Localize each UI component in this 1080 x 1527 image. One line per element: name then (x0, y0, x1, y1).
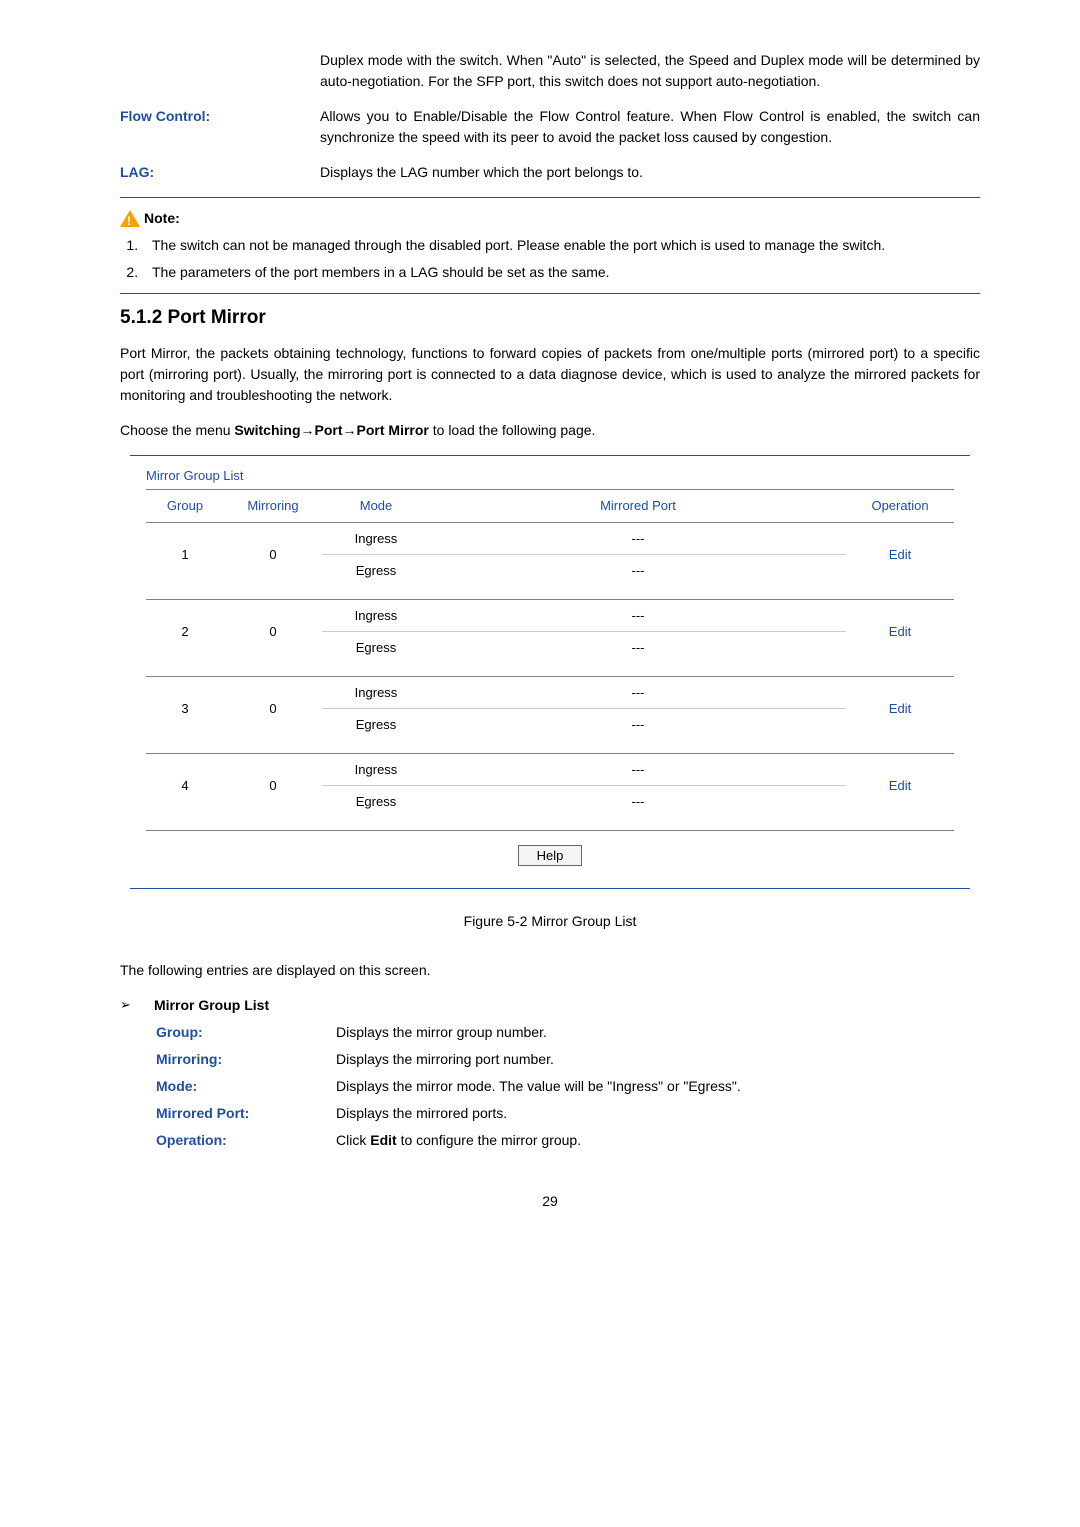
def-text-flow-control: Allows you to Enable/Disable the Flow Co… (320, 106, 980, 148)
edit-link[interactable]: Edit (889, 701, 911, 716)
cell-mirrored-egress: --- (430, 786, 846, 818)
def2-text-mirroring: Displays the mirroring port number. (336, 1049, 554, 1070)
section-paragraph: Port Mirror, the packets obtaining techn… (120, 343, 980, 406)
row-separator (146, 741, 954, 754)
operation-bold: Edit (370, 1132, 396, 1148)
header-mirrored-port: Mirrored Port (430, 490, 846, 523)
cell-mirrored-ingress: --- (430, 599, 846, 632)
def2-row-operation: Operation: Click Edit to configure the m… (156, 1130, 980, 1151)
def2-label-mirrored-port: Mirrored Port: (156, 1103, 336, 1124)
cell-operation: Edit (846, 599, 954, 664)
cell-mode-ingress: Ingress (322, 599, 430, 632)
def2-label-group: Group: (156, 1022, 336, 1043)
def2-row-mode: Mode: Displays the mirror mode. The valu… (156, 1076, 980, 1097)
def2-label-mirroring: Mirroring: (156, 1049, 336, 1070)
menu-suffix: to load the following page. (429, 422, 596, 438)
cell-mirrored-egress: --- (430, 632, 846, 664)
cell-group: 2 (146, 599, 224, 664)
note-item-1: The switch can not be managed through th… (142, 235, 980, 256)
section-heading: 5.1.2 Port Mirror (120, 304, 980, 333)
def2-label-mode: Mode: (156, 1076, 336, 1097)
cell-mirrored-egress: --- (430, 555, 846, 587)
bullet-row: ➢ Mirror Group List (120, 995, 980, 1016)
bullet-marker: ➢ (120, 995, 154, 1016)
entries-sentence: The following entries are displayed on t… (120, 960, 980, 981)
note-item-2: The parameters of the port members in a … (142, 262, 980, 283)
header-mirroring: Mirroring (224, 490, 322, 523)
cell-group: 3 (146, 676, 224, 741)
mirror-group-table: Group Mirroring Mode Mirrored Port Opera… (146, 489, 954, 831)
def-label-empty (120, 50, 320, 92)
def2-text-mirrored-port: Displays the mirrored ports. (336, 1103, 507, 1124)
def2-row-group: Group: Displays the mirror group number. (156, 1022, 980, 1043)
cell-mode-egress: Egress (322, 632, 430, 664)
def-row-flow-control: Flow Control: Allows you to Enable/Disab… (120, 106, 980, 148)
def-row-duplex: Duplex mode with the switch. When "Auto"… (120, 50, 980, 92)
bullet-heading: Mirror Group List (154, 995, 269, 1016)
note-label: Note: (144, 208, 180, 229)
cell-mode-ingress: Ingress (322, 753, 430, 786)
figure-caption: Figure 5-2 Mirror Group List (120, 911, 980, 932)
def-label-lag: LAG: (120, 162, 320, 183)
operation-suffix: to configure the mirror group. (397, 1132, 581, 1148)
table-row: 4 0 Ingress --- Edit (146, 753, 954, 786)
note-header: Note: (120, 208, 980, 229)
cell-mirrored-ingress: --- (430, 676, 846, 709)
cell-operation: Edit (846, 676, 954, 741)
def2-text-group: Displays the mirror group number. (336, 1022, 547, 1043)
cell-mirrored-ingress: --- (430, 753, 846, 786)
mirror-group-table-wrap: Mirror Group List Group Mirroring Mode M… (130, 455, 970, 889)
divider (120, 293, 980, 294)
row-separator (146, 664, 954, 677)
header-operation: Operation (846, 490, 954, 523)
cell-mode-ingress: Ingress (322, 522, 430, 555)
def-row-lag: LAG: Displays the LAG number which the p… (120, 162, 980, 183)
menu-path: Switching→Port→Port Mirror (234, 422, 428, 438)
def2-row-mirroring: Mirroring: Displays the mirroring port n… (156, 1049, 980, 1070)
cell-mirroring: 0 (224, 599, 322, 664)
header-group: Group (146, 490, 224, 523)
table-row: 1 0 Ingress --- Edit (146, 522, 954, 555)
def2-row-mirrored-port: Mirrored Port: Displays the mirrored por… (156, 1103, 980, 1124)
row-separator (146, 587, 954, 600)
def-text-duplex: Duplex mode with the switch. When "Auto"… (320, 50, 980, 92)
row-separator (146, 818, 954, 831)
menu-sentence: Choose the menu Switching→Port→Port Mirr… (120, 420, 980, 441)
table-row: 2 0 Ingress --- Edit (146, 599, 954, 632)
cell-mirrored-ingress: --- (430, 522, 846, 555)
cell-mirroring: 0 (224, 522, 322, 587)
cell-mirrored-egress: --- (430, 709, 846, 741)
help-button[interactable]: Help (518, 845, 583, 866)
cell-group: 1 (146, 522, 224, 587)
warning-icon (120, 210, 140, 227)
cell-mode-egress: Egress (322, 555, 430, 587)
operation-prefix: Click (336, 1132, 370, 1148)
help-button-wrap: Help (146, 845, 954, 866)
cell-mode-egress: Egress (322, 786, 430, 818)
edit-link[interactable]: Edit (889, 624, 911, 639)
cell-operation: Edit (846, 522, 954, 587)
def-label-flow-control: Flow Control: (120, 106, 320, 148)
edit-link[interactable]: Edit (889, 547, 911, 562)
table-title: Mirror Group List (146, 466, 954, 486)
edit-link[interactable]: Edit (889, 778, 911, 793)
def2-label-operation: Operation: (156, 1130, 336, 1151)
def2-text-operation: Click Edit to configure the mirror group… (336, 1130, 581, 1151)
table-row: 3 0 Ingress --- Edit (146, 676, 954, 709)
page-number: 29 (120, 1191, 980, 1212)
header-mode: Mode (322, 490, 430, 523)
cell-mirroring: 0 (224, 676, 322, 741)
cell-mirroring: 0 (224, 753, 322, 818)
cell-group: 4 (146, 753, 224, 818)
def2-text-mode: Displays the mirror mode. The value will… (336, 1076, 741, 1097)
cell-operation: Edit (846, 753, 954, 818)
table-header-row: Group Mirroring Mode Mirrored Port Opera… (146, 490, 954, 523)
divider (120, 197, 980, 198)
def-text-lag: Displays the LAG number which the port b… (320, 162, 980, 183)
cell-mode-egress: Egress (322, 709, 430, 741)
notes-list: The switch can not be managed through th… (120, 235, 980, 283)
menu-prefix: Choose the menu (120, 422, 234, 438)
cell-mode-ingress: Ingress (322, 676, 430, 709)
